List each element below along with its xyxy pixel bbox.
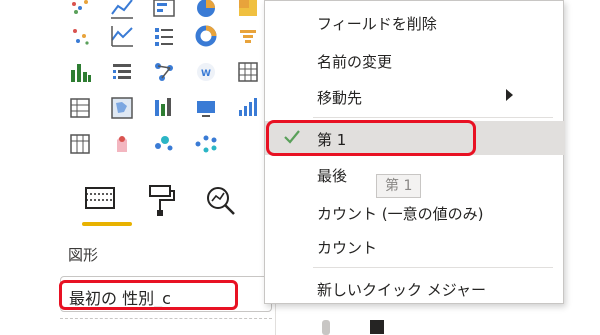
- menu-item-new-quick-measure[interactable]: 新しいクイック メジャー: [265, 271, 565, 305]
- donut-chart-icon[interactable]: [192, 22, 220, 50]
- scrollbar-thumb[interactable]: [322, 320, 330, 335]
- stacked-column-icon[interactable]: [66, 58, 94, 86]
- menu-item-label: フィールドを削除: [317, 15, 437, 33]
- menu-item-label: 名前の変更: [317, 53, 393, 71]
- treemap-icon[interactable]: [234, 0, 262, 22]
- chevron-right-icon: [506, 89, 513, 101]
- table-visual-icon[interactable]: [150, 0, 178, 22]
- menu-item-count-distinct[interactable]: カウント (一意の値のみ): [265, 195, 565, 229]
- table-grid-icon[interactable]: [66, 94, 94, 122]
- shape-map-icon[interactable]: [108, 94, 136, 122]
- analytics-magnify-icon[interactable]: [200, 180, 240, 220]
- matrix-icon-2[interactable]: [66, 130, 94, 158]
- menu-item-remove-field[interactable]: フィールドを削除: [265, 5, 565, 39]
- section-label: 図形: [68, 246, 99, 264]
- pane-tabs: [62, 180, 262, 230]
- scatter-icon-2[interactable]: [66, 22, 94, 50]
- fields-tab-icon[interactable]: [80, 180, 120, 220]
- r-visual-icon[interactable]: [108, 130, 136, 158]
- multi-row-card-icon[interactable]: [108, 58, 136, 86]
- scatter-icon[interactable]: [66, 0, 94, 22]
- highlight-box-menu: [266, 120, 476, 156]
- key-influencers-icon[interactable]: [150, 58, 178, 86]
- bar-chart-icon[interactable]: [150, 94, 178, 122]
- matrix-icon[interactable]: [234, 58, 262, 86]
- line-chart-icon[interactable]: [108, 0, 136, 22]
- menu-item-label: 最後: [317, 167, 348, 185]
- menu-item-move-to[interactable]: 移動先: [265, 79, 565, 113]
- word-icon[interactable]: W: [192, 58, 220, 86]
- pie-chart-icon[interactable]: [192, 0, 220, 22]
- svg-text:W: W: [201, 69, 211, 79]
- funnel-icon[interactable]: [234, 22, 262, 50]
- format-paintroller-icon[interactable]: [140, 180, 180, 220]
- tooltip: 第 1: [376, 174, 422, 198]
- menu-item-rename[interactable]: 名前の変更: [265, 43, 565, 77]
- scatter-bubble-icon[interactable]: [150, 130, 178, 158]
- drop-zone-divider: [60, 318, 272, 332]
- menu-item-count[interactable]: カウント: [265, 229, 565, 263]
- checkbox-icon[interactable]: [370, 320, 384, 334]
- active-tab-indicator: [82, 222, 132, 226]
- menu-item-label: カウント (一意の値のみ): [317, 205, 484, 223]
- menu-item-label: カウント: [317, 239, 378, 257]
- menu-item-label: 移動先: [317, 89, 363, 107]
- highlight-box-field: [59, 280, 238, 310]
- card-visual-icon[interactable]: [192, 94, 220, 122]
- decomposition-icon[interactable]: [192, 130, 220, 158]
- menu-item-label: 新しいクイック メジャー: [317, 281, 487, 299]
- slicer-list-icon[interactable]: [150, 22, 178, 50]
- kpi-icon[interactable]: [234, 94, 262, 122]
- menu-separator: [313, 117, 553, 118]
- visualizations-pane: W 図形 最初の 性別_c: [0, 0, 276, 335]
- line-area-icon[interactable]: [108, 22, 136, 50]
- visual-icon-grid: W: [60, 0, 276, 168]
- menu-separator: [313, 267, 553, 268]
